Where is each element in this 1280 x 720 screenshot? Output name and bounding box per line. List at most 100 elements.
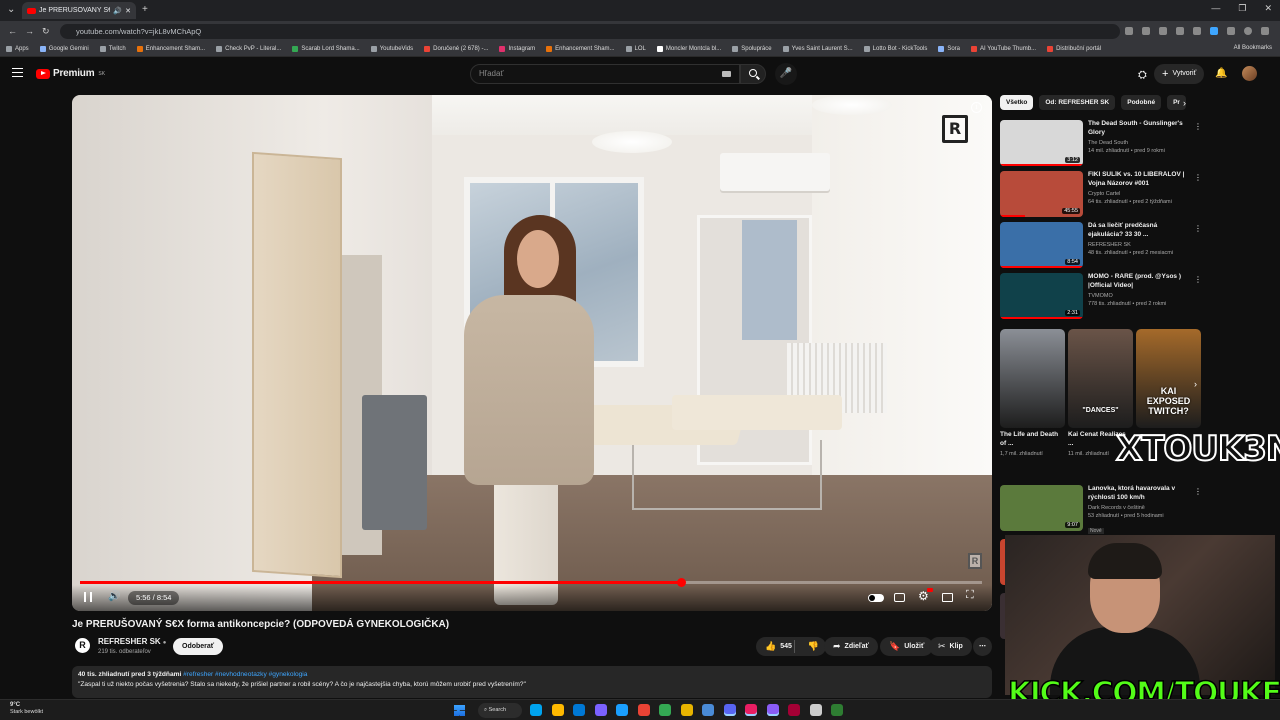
more-options-icon[interactable]: ⋮ bbox=[1194, 122, 1202, 131]
taskbar-app-icon[interactable] bbox=[680, 704, 693, 716]
video-thumbnail[interactable]: 2:31 bbox=[1000, 273, 1083, 319]
more-actions-button[interactable]: ⋯ bbox=[973, 637, 992, 656]
bookmark-item[interactable]: Google Gemini bbox=[39, 46, 89, 52]
recommendation-card[interactable]: 2:31 MOMO - RARE (prod. @Ysos ) |Official… bbox=[1000, 273, 1205, 321]
close-window-icon[interactable]: ✕ bbox=[1264, 3, 1272, 14]
tab-audio-icon[interactable]: 🔊 bbox=[113, 7, 122, 15]
browser-tab[interactable]: Je PRERUŠOVANÝ S€X forma antikoncepcie? … bbox=[22, 2, 136, 19]
maximize-icon[interactable]: ❐ bbox=[1238, 3, 1246, 14]
video-thumbnail[interactable]: 3:12 bbox=[1000, 120, 1083, 166]
search-input[interactable]: Hľadať bbox=[470, 64, 740, 84]
taskbar-app-icon[interactable] bbox=[788, 704, 800, 716]
recommendation-channel[interactable]: Dark Records v češtině bbox=[1088, 505, 1194, 511]
bookmark-item[interactable]: Lotto Bot - KickTools bbox=[863, 46, 927, 52]
clip-button[interactable]: ✂ Klip bbox=[929, 637, 972, 656]
bookmark-item[interactable]: AI YouTube Thumb... bbox=[971, 46, 1036, 52]
chevron-right-icon[interactable]: › bbox=[1194, 379, 1197, 389]
bookmark-item[interactable]: Twitch bbox=[99, 46, 126, 52]
bookmark-item[interactable]: Instagram bbox=[499, 46, 535, 52]
recommendation-card[interactable]: 8:54 Dá sa liečiť predčasná ejakulácia? 3… bbox=[1000, 222, 1205, 270]
bookmark-item[interactable]: Enhancement Sham... bbox=[136, 46, 205, 52]
youtube-logo[interactable]: Premium SK bbox=[36, 68, 105, 79]
more-options-icon[interactable]: ⋮ bbox=[1194, 224, 1202, 233]
subscribe-button[interactable]: Odoberať bbox=[173, 638, 224, 655]
menu-icon[interactable] bbox=[12, 68, 23, 77]
weather-widget[interactable]: 9°C Stark bewölkt bbox=[10, 702, 43, 716]
new-tab-icon[interactable]: + bbox=[142, 4, 148, 15]
extension-icon[interactable] bbox=[1193, 27, 1201, 35]
forward-icon[interactable]: → bbox=[25, 26, 34, 36]
bookmark-item[interactable]: LOL bbox=[625, 46, 646, 52]
channel-name[interactable]: REFRESHER SK ● bbox=[98, 637, 166, 646]
fullscreen-icon[interactable]: ⛶ bbox=[966, 589, 974, 602]
browser-menu-icon[interactable] bbox=[1261, 27, 1269, 35]
taskbar-app-icon[interactable] bbox=[745, 704, 757, 716]
puzzle-icon[interactable] bbox=[1227, 27, 1235, 35]
filter-chip[interactable]: Od: REFRESHER SK bbox=[1039, 95, 1116, 110]
recommendation-title[interactable]: Dá sa liečiť predčasná ejakulácia? 33 30… bbox=[1088, 222, 1194, 239]
tab-list-icon[interactable]: ⌄ bbox=[7, 4, 15, 15]
bookmark-item[interactable]: YoutubeVids bbox=[370, 46, 413, 52]
like-count[interactable]: 545 bbox=[780, 637, 792, 656]
reload-icon[interactable]: ↻ bbox=[42, 26, 50, 37]
recommendation-channel[interactable]: REFRESHER SK bbox=[1088, 242, 1194, 248]
volume-icon[interactable]: 🔊 bbox=[108, 591, 120, 602]
bookmark-item[interactable]: Moncler Montcla bl... bbox=[656, 46, 721, 52]
channel-watermark[interactable]: R bbox=[942, 115, 968, 143]
taskbar-app-icon[interactable] bbox=[723, 704, 736, 716]
branding-watermark[interactable]: R bbox=[968, 553, 982, 569]
back-icon[interactable]: ← bbox=[8, 26, 17, 36]
pause-icon[interactable] bbox=[84, 592, 92, 602]
bookmark-item[interactable]: Doručené (2 678) -... bbox=[424, 46, 488, 52]
subtitles-icon[interactable] bbox=[894, 593, 905, 602]
taskbar-app-icon[interactable] bbox=[594, 704, 607, 716]
minimize-icon[interactable]: — bbox=[1211, 3, 1220, 14]
video-player[interactable]: R i R 🔊 5:56 / 8:54 ⚙ ⛶ bbox=[72, 95, 992, 611]
video-thumbnail[interactable]: 45:55 bbox=[1000, 171, 1083, 217]
tab-close-icon[interactable]: ✕ bbox=[125, 7, 131, 15]
install-icon[interactable] bbox=[1125, 27, 1133, 35]
create-button[interactable]: + Vytvoriť bbox=[1154, 64, 1205, 84]
more-options-icon[interactable]: ⋮ bbox=[1194, 487, 1202, 496]
taskbar-app-icon[interactable] bbox=[831, 704, 843, 716]
taskbar-app-icon[interactable] bbox=[809, 704, 822, 716]
taskbar-app-icon[interactable] bbox=[530, 704, 542, 716]
windows-start-icon[interactable] bbox=[454, 705, 465, 716]
recommendation-title[interactable]: FIKI SULÍK vs. 10 LIBERÁLOV | Vojna Názo… bbox=[1088, 171, 1194, 188]
short-thumbnail[interactable]: "DANCES" bbox=[1068, 329, 1133, 428]
recommendation-channel[interactable]: The Dead South bbox=[1088, 140, 1194, 146]
taskbar-app-icon[interactable] bbox=[616, 704, 628, 716]
bookmark-item[interactable]: Spolupráce bbox=[732, 46, 772, 52]
bookmark-item[interactable]: Apps bbox=[6, 46, 29, 52]
video-thumbnail[interactable]: 8:54 bbox=[1000, 222, 1083, 268]
profile-icon[interactable] bbox=[1244, 27, 1252, 35]
recommendation-card[interactable]: 45:55 FIKI SULÍK vs. 10 LIBERÁLOV | Vojna… bbox=[1000, 171, 1205, 219]
search-button[interactable] bbox=[740, 64, 766, 84]
zoom-icon[interactable] bbox=[1159, 27, 1167, 35]
bookmark-item[interactable]: Yves Saint Laurent S... bbox=[782, 46, 853, 52]
video-description[interactable]: 40 tis. zhliadnutí pred 3 týždňami #refr… bbox=[72, 666, 992, 698]
channel-avatar[interactable]: R bbox=[75, 638, 90, 653]
cast-icon[interactable]: ⛭ bbox=[1138, 69, 1147, 82]
taskbar-app-icon[interactable] bbox=[702, 704, 714, 716]
share-button[interactable]: ➦ Zdieľať bbox=[824, 637, 878, 656]
taskbar-app-icon[interactable] bbox=[573, 704, 585, 716]
like-icon[interactable]: 👍 bbox=[765, 637, 776, 656]
recommendation-channel[interactable]: TVMOMO bbox=[1088, 293, 1194, 299]
eye-off-icon[interactable] bbox=[1142, 27, 1150, 35]
taskbar-search[interactable]: ⌕ Search bbox=[478, 703, 522, 718]
filter-chip[interactable]: Všetko bbox=[1000, 95, 1034, 110]
chevron-right-icon[interactable]: › bbox=[1183, 98, 1186, 108]
channel-name-text[interactable]: REFRESHER SK bbox=[98, 637, 161, 646]
microphone-icon[interactable]: 🎤 bbox=[775, 63, 797, 85]
taskbar-app-icon[interactable] bbox=[659, 704, 671, 716]
taskbar-app-icon[interactable] bbox=[766, 704, 779, 716]
recommendation-title[interactable]: The Dead South - Gunslinger's Glory bbox=[1088, 120, 1194, 137]
short-title[interactable]: The Life and Death of ... bbox=[1000, 431, 1062, 448]
bookmark-item[interactable]: Enhancement Sham... bbox=[546, 46, 615, 52]
taskbar-app-icon[interactable] bbox=[637, 704, 650, 716]
miniplayer-icon[interactable] bbox=[942, 593, 953, 602]
recommendation-card[interactable]: 9:07 Lanovka, ktorá havarovala v rýchlost… bbox=[1000, 485, 1205, 534]
info-icon[interactable]: i bbox=[971, 102, 982, 113]
autoplay-toggle[interactable] bbox=[868, 594, 884, 602]
